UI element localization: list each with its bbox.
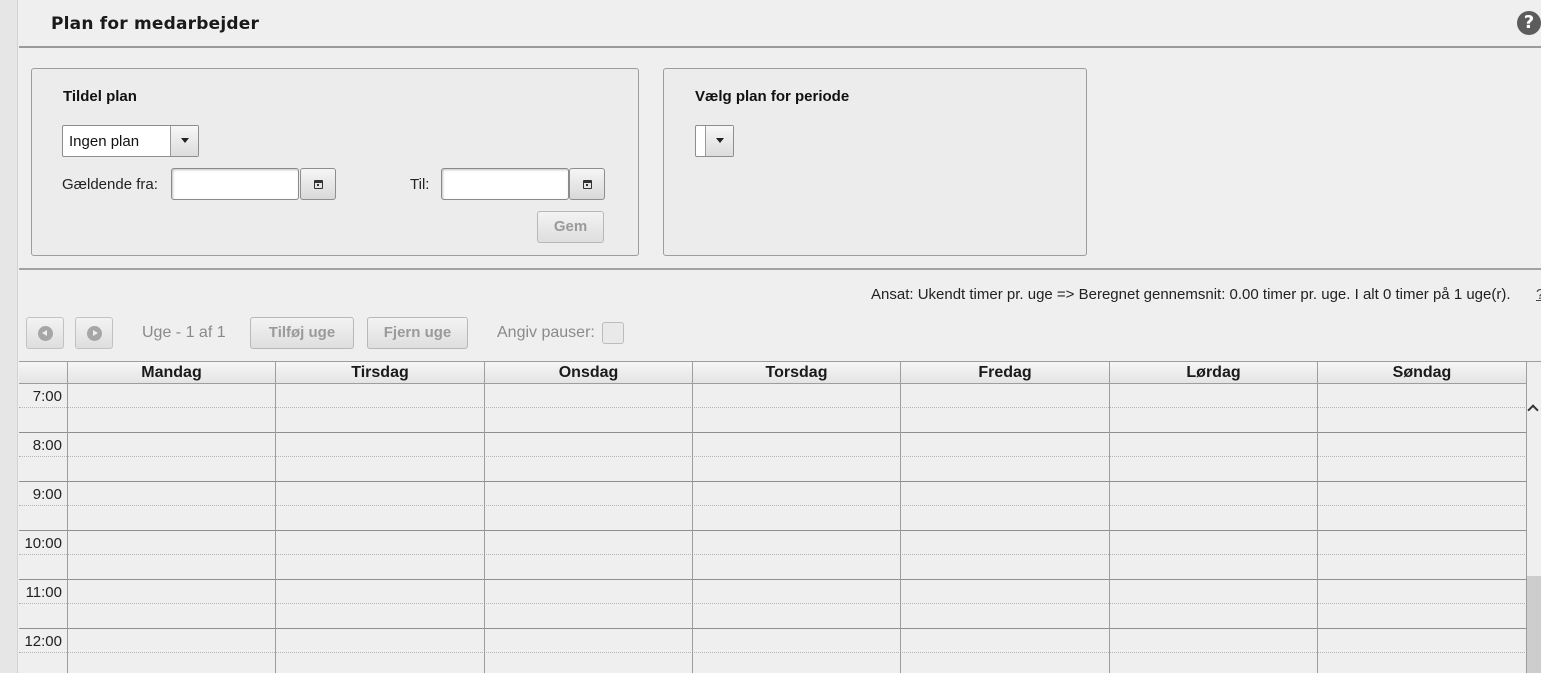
period-plan-select-value [696, 126, 705, 156]
period-plan-select[interactable] [695, 125, 734, 157]
day-column-divider [1317, 384, 1318, 673]
grid-corner [19, 362, 68, 384]
day-header: Lørdag [1110, 362, 1318, 384]
valid-from-calendar-button[interactable] [300, 168, 336, 200]
previous-week-button[interactable] [26, 317, 64, 349]
calendar-icon [583, 180, 592, 189]
plan-select[interactable]: Ingen plan [62, 125, 199, 157]
hour-row[interactable]: 10:00 [19, 531, 1527, 580]
chevron-down-icon [715, 138, 724, 143]
half-hour-line [19, 456, 1527, 457]
day-header: Onsdag [485, 362, 693, 384]
half-hour-line [19, 652, 1527, 653]
schedule-grid: Mandag Tirsdag Onsdag Torsdag Fredag Lørdag Sø… [19, 361, 1541, 673]
to-label: Til: [410, 176, 430, 193]
week-indicator: Uge - 1 af 1 [142, 324, 226, 341]
hour-label: 8:00 [32, 437, 62, 454]
hour-label: 10:00 [24, 535, 62, 552]
hour-label: 9:00 [32, 486, 62, 503]
add-week-button[interactable]: Tilføj uge [250, 317, 354, 349]
day-header: Torsdag [693, 362, 901, 384]
assign-plan-title: Tildel plan [63, 88, 137, 105]
arrow-left-icon [38, 326, 53, 341]
remove-week-button[interactable]: Fjern uge [367, 317, 468, 349]
chevron-down-icon [180, 138, 189, 143]
hours-summary: Ansat: Ukendt timer pr. uge => Beregnet … [871, 286, 1511, 303]
day-header: Mandag [68, 362, 276, 384]
half-hour-line [19, 505, 1527, 506]
hour-label: 12:00 [24, 633, 62, 650]
day-column-divider [67, 384, 68, 673]
day-header: Søndag [1318, 362, 1527, 384]
hour-label: 7:00 [32, 388, 62, 405]
page-header: Plan for medarbejder ? [19, 0, 1541, 48]
period-plan-dropdown-button[interactable] [705, 126, 733, 156]
help-icon[interactable]: ? [1517, 11, 1541, 35]
hour-label: 11:00 [25, 584, 62, 601]
section-divider [19, 268, 1541, 270]
day-header: Tirsdag [276, 362, 485, 384]
day-column-divider [275, 384, 276, 673]
day-column-divider [484, 384, 485, 673]
day-header: Fredag [901, 362, 1110, 384]
page-title: Plan for medarbejder [51, 14, 260, 34]
period-plan-title: Vælg plan for periode [695, 88, 850, 105]
plan-select-value: Ingen plan [69, 133, 140, 150]
left-edge [0, 0, 18, 673]
summary-info-link[interactable]: ? [1536, 286, 1541, 303]
arrow-right-icon [87, 326, 102, 341]
day-column-divider [692, 384, 693, 673]
hour-row[interactable]: 7:00 [19, 384, 1527, 433]
assign-plan-panel: Tildel plan Ingen plan Gældende fra: Til… [31, 68, 639, 256]
day-column-divider [1109, 384, 1110, 673]
pauses-label: Angiv pauser: [497, 324, 595, 341]
day-column-divider [900, 384, 901, 673]
hour-row[interactable]: 12:00 [19, 629, 1527, 673]
half-hour-line [19, 407, 1527, 408]
calendar-icon [314, 180, 323, 189]
half-hour-line [19, 554, 1527, 555]
pauses-checkbox[interactable] [602, 322, 624, 344]
hour-row[interactable]: 8:00 [19, 433, 1527, 482]
save-button[interactable]: Gem [537, 211, 604, 243]
hour-row[interactable]: 9:00 [19, 482, 1527, 531]
half-hour-line [19, 603, 1527, 604]
period-plan-panel: Vælg plan for periode [663, 68, 1087, 256]
plan-select-dropdown-button[interactable] [170, 126, 198, 156]
to-date-calendar-button[interactable] [569, 168, 605, 200]
valid-from-label: Gældende fra: [62, 176, 158, 193]
grid-scrollbar-thumb[interactable] [1527, 576, 1541, 673]
to-date-input[interactable] [441, 168, 569, 200]
next-week-button[interactable] [75, 317, 113, 349]
hour-row[interactable]: 11:00 [19, 580, 1527, 629]
valid-from-input[interactable] [171, 168, 299, 200]
